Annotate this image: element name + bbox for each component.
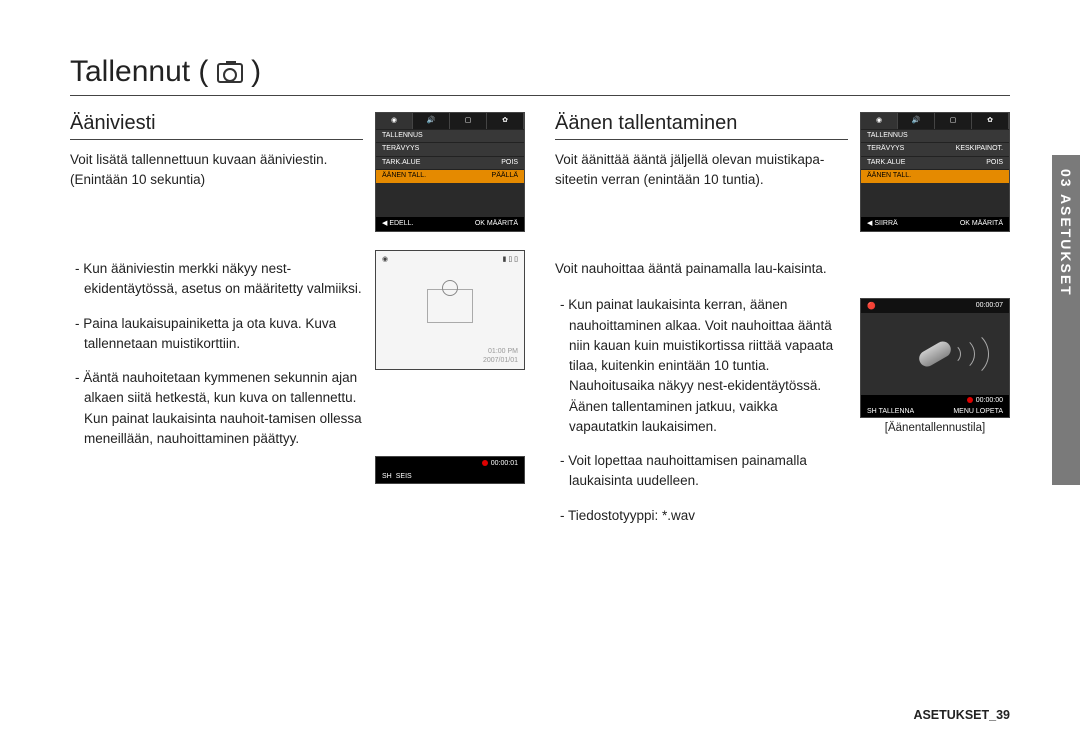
camera-icon [217, 63, 243, 83]
rec-header: 🔴 00:00:07 [861, 299, 1009, 313]
rec-mode-icon: 🔴 [867, 302, 876, 310]
rec-footer: SH TALLENNA MENU LOPETA [861, 406, 1009, 417]
right-heading: Äänen tallentaminen [555, 112, 848, 140]
left-bullet-1: - Kun ääniviestin merkki näkyy nest-ekid… [70, 259, 363, 300]
rec-caption: [Äänentallennustila] [860, 422, 1010, 434]
rec-record: TALLENNA [879, 408, 915, 415]
lcd-body-spacer [376, 183, 524, 217]
lcd-preview-shoot: ◉ ▮ ▯ ▯ 01:00 PM 2007/01/01 [375, 250, 525, 370]
rec-sh: SH [867, 408, 877, 415]
lcd-body-spacer-2 [861, 183, 1009, 217]
strip-stop: SEIS [396, 473, 412, 480]
lcd-row-voice-record: ÄÄNEN TALL.PÄÄLLÄ [376, 169, 524, 182]
strip-controls-row: SH SEIS [376, 470, 524, 483]
tab-camera-icon: ◉ [376, 113, 413, 129]
rec-menu: MENU [953, 408, 974, 415]
page-title: Tallennut ( ) [70, 55, 1010, 96]
lcd-footer-2: ◀ SIIRRÄ OK MÄÄRITÄ [861, 217, 1009, 231]
left-heading: Ääniviesti [70, 112, 363, 140]
title-prefix: Tallennut ( [70, 55, 208, 88]
spacer [860, 250, 1010, 280]
footer-ok: OK MÄÄRITÄ [475, 220, 518, 228]
lcd-row-focus-2: TARK.ALUEPOIS [861, 156, 1009, 169]
strip-timer: 00:00:01 [491, 460, 518, 467]
title-suffix: ) [251, 55, 261, 88]
strip-timer-row: 00:00:01 [376, 457, 524, 470]
footer-back: ◀ EDELL. [382, 220, 413, 228]
preview-bottom: 01:00 PM 2007/01/01 [376, 345, 524, 369]
left-images: ◉ 🔊 ▢ ✿ TALLENNUS TERÄVYYS TARK.ALUEPOIS… [375, 112, 525, 540]
right-bullet-3: - Tiedostotyyppi: *.wav [555, 506, 848, 526]
lcd-footer: ◀ EDELL. OK MÄÄRITÄ [376, 217, 524, 231]
right-images: ◉ 🔊 ▢ ✿ TALLENNUS TERÄVYYSKESKIPAINOT. T… [860, 112, 1010, 540]
tab-camera-icon: ◉ [861, 113, 898, 129]
right-bullet-1: - Kun painat laukaisinta kerran, äänen n… [555, 295, 848, 437]
right-text: Äänen tallentaminen Voit äänittää ääntä … [555, 112, 848, 540]
preview-date: 2007/01/01 [382, 356, 518, 365]
footer-label: ASETUKSET_ [913, 708, 996, 722]
lcd-tabs-2: ◉ 🔊 ▢ ✿ [861, 113, 1009, 129]
page-number: 39 [996, 708, 1010, 722]
manual-page: Tallennut ( ) Ääniviesti Voit lisätä tal… [0, 0, 1080, 746]
tab-sound-icon: 🔊 [413, 113, 450, 129]
tab-display-icon: ▢ [935, 113, 972, 129]
lcd-menu-title: TALLENNUS [376, 129, 524, 142]
rec-timer: 00:00:00 [976, 397, 1003, 404]
page-footer: ASETUKSET_39 [913, 708, 1010, 722]
left-bullet-2: - Paina laukaisupainiketta ja ota kuva. … [70, 314, 363, 355]
lcd-tabs: ◉ 🔊 ▢ ✿ [376, 113, 524, 129]
rec-timer-row: 00:00:00 [861, 395, 1009, 406]
side-tab: 03 ASETUKSET [1052, 155, 1080, 485]
lcd-recording-screen: 🔴 00:00:07 00:00:00 SH TALLENNA MEN [860, 298, 1010, 418]
sound-waves-icon [941, 329, 991, 379]
left-intro: Voit lisätä tallennettuun kuvaan äänivie… [70, 150, 363, 189]
left-bullet-3: - Ääntä nauhoitetaan kymmenen sekunnin a… [70, 368, 363, 449]
right-para-1: Voit nauhoittaa ääntä painamalla lau-kai… [555, 259, 848, 279]
lcd-row-voice-record-2: ÄÄNEN TALL. [861, 169, 1009, 182]
tab-display-icon: ▢ [450, 113, 487, 129]
lcd-menu-voice-record: ◉ 🔊 ▢ ✿ TALLENNUS TERÄVYYSKESKIPAINOT. T… [860, 112, 1010, 232]
content-columns: Ääniviesti Voit lisätä tallennettuun kuv… [70, 112, 1010, 540]
preview-top-icons: ◉ ▮ ▯ ▯ [376, 251, 524, 267]
strip-sh: SH [382, 473, 392, 480]
left-text: Ääniviesti Voit lisätä tallennettuun kuv… [70, 112, 363, 540]
right-intro: Voit äänittää ääntä jäljellä olevan muis… [555, 150, 848, 189]
camera-mode-icon: ◉ [382, 255, 388, 263]
focus-frame-icon [427, 289, 473, 323]
record-dot-icon [482, 460, 488, 466]
spacer [375, 388, 525, 456]
rec-body [861, 313, 1009, 395]
right-column: Äänen tallentaminen Voit äänittää ääntä … [555, 112, 1010, 540]
status-icons: ▮ ▯ ▯ [503, 255, 518, 263]
lcd-recording-strip: 00:00:01 SH SEIS [375, 456, 525, 484]
right-bullet-2: - Voit lopettaa nauhoittamisen painamall… [555, 451, 848, 492]
tab-settings-icon: ✿ [972, 113, 1009, 129]
side-tab-label: 03 ASETUKSET [1058, 169, 1074, 297]
tab-sound-icon: 🔊 [898, 113, 935, 129]
footer-move: ◀ SIIRRÄ [867, 220, 898, 228]
lcd-menu-title-2: TALLENNUS [861, 129, 1009, 142]
preview-center [376, 267, 524, 345]
lcd-recording-wrapper: 🔴 00:00:07 00:00:00 SH TALLENNA MEN [860, 298, 1010, 434]
lcd-row-focus: TARK.ALUEPOIS [376, 156, 524, 169]
lcd-row-sharpness: TERÄVYYS [376, 142, 524, 155]
record-dot-icon [967, 397, 973, 403]
lcd-row-sharpness-2: TERÄVYYSKESKIPAINOT. [861, 142, 1009, 155]
footer-ok-2: OK MÄÄRITÄ [960, 220, 1003, 228]
tab-settings-icon: ✿ [487, 113, 524, 129]
rec-header-time: 00:00:07 [976, 302, 1003, 310]
rec-exit: LOPETA [976, 408, 1003, 415]
preview-time: 01:00 PM [382, 347, 518, 356]
left-column: Ääniviesti Voit lisätä tallennettuun kuv… [70, 112, 525, 540]
lcd-menu-voice-memo: ◉ 🔊 ▢ ✿ TALLENNUS TERÄVYYS TARK.ALUEPOIS… [375, 112, 525, 232]
